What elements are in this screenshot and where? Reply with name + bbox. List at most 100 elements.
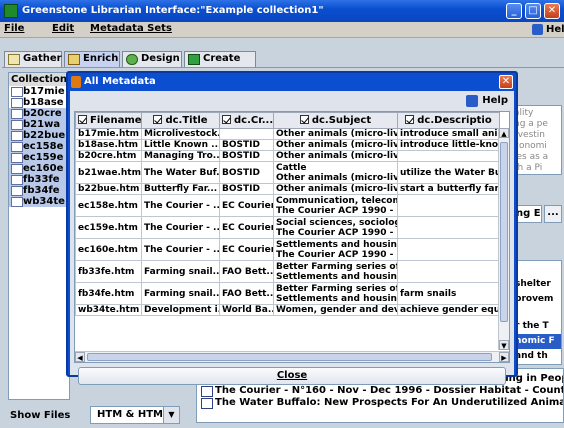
cell-description[interactable]: farm snails: [397, 282, 500, 305]
scroll-right-arrow-icon[interactable]: ▶: [499, 352, 509, 362]
cell-description[interactable]: [397, 238, 500, 261]
cell-description[interactable]: introduce little-know: [397, 139, 500, 151]
cell-title[interactable]: The Courier - ...: [141, 238, 220, 261]
cell-subject[interactable]: Cattle Other animals (micro-liv...: [273, 161, 398, 184]
table-row[interactable]: b22bue.htm Butterfly Far... BOSTID Other an…: [75, 183, 500, 195]
document-detail-list[interactable]: shelter provem r the T nomic F and th: [512, 260, 562, 365]
cell-title[interactable]: Managing Tro...: [141, 150, 220, 162]
cell-subject[interactable]: Other animals (micro-liv...: [273, 128, 398, 140]
cell-description[interactable]: [397, 260, 500, 283]
column-header-subject[interactable]: dc.Subject: [273, 112, 398, 129]
dialog-help-button[interactable]: Help: [466, 95, 508, 107]
cell-filename[interactable]: ec158e.htm: [75, 194, 142, 217]
tree-item[interactable]: b21wa: [9, 119, 69, 130]
cell-creator[interactable]: [219, 128, 274, 140]
table-row[interactable]: b17mie.htm Microlivestock... Other animals…: [75, 128, 500, 140]
list-item[interactable]: The Water Buffalo: New Prospects For An …: [197, 397, 563, 409]
table-row[interactable]: fb33fe.htm Farming snail... FAO Bett... Bet…: [75, 260, 500, 283]
window-close-button[interactable]: ✕: [544, 3, 560, 19]
tree-item[interactable]: b22bue: [9, 130, 69, 141]
cell-description[interactable]: achieve gender equa: [397, 304, 500, 316]
cell-filename[interactable]: b17mie.htm: [75, 128, 142, 140]
checkbox-icon[interactable]: [405, 115, 415, 124]
cell-filename[interactable]: ec160e.htm: [75, 238, 142, 261]
table-row[interactable]: b18ase.htm Little Known ... BOSTID Other an…: [75, 139, 500, 151]
more-button[interactable]: ...: [544, 205, 562, 223]
cell-subject[interactable]: Communication, telecom...The Courier ACP…: [273, 194, 398, 217]
cell-subject[interactable]: Other animals (micro-liv...: [273, 139, 398, 151]
dialog-close-button[interactable]: ✕: [499, 75, 513, 89]
checkbox-icon[interactable]: [153, 115, 163, 124]
scroll-left-arrow-icon[interactable]: ◀: [75, 352, 85, 362]
tree-item[interactable]: fb33fe: [9, 174, 69, 185]
collection-tree[interactable]: Collection: b17mie b18ase b20cre b21wa b…: [8, 72, 70, 400]
tree-item[interactable]: b17mie: [9, 86, 69, 97]
cell-filename[interactable]: ec159e.htm: [75, 216, 142, 239]
cell-title[interactable]: Farming snail...: [141, 260, 220, 283]
cell-title[interactable]: Microlivestock...: [141, 128, 220, 140]
list-item[interactable]: The Courier - N°160 - Nov - Dec 1996 - D…: [197, 385, 563, 397]
cell-subject[interactable]: Other animals (micro-liv...: [273, 150, 398, 162]
cell-creator[interactable]: EC Courier: [219, 216, 274, 239]
cell-creator[interactable]: BOSTID: [219, 183, 274, 195]
table-row[interactable]: b21wae.htm The Water Buf... BOSTID Cattle Ot…: [75, 161, 500, 184]
cell-subject[interactable]: Better Farming series of ...Settlements …: [273, 282, 398, 305]
cell-subject[interactable]: Women, gender and deve...: [273, 304, 398, 316]
cell-description[interactable]: start a butterfly farm: [397, 183, 500, 195]
cell-description[interactable]: introduce small anim: [397, 128, 500, 140]
cell-title[interactable]: The Water Buf...: [141, 161, 220, 184]
menu-file[interactable]: File: [4, 23, 24, 34]
cell-creator[interactable]: BOSTID: [219, 161, 274, 184]
column-header-description[interactable]: dc.Descriptio: [397, 112, 500, 129]
checkbox-icon[interactable]: [78, 115, 87, 124]
close-button[interactable]: Close: [78, 367, 506, 385]
cell-subject[interactable]: Other animals (micro-liv...: [273, 183, 398, 195]
cell-description[interactable]: [397, 216, 500, 239]
cell-filename[interactable]: b21wae.htm: [75, 161, 142, 184]
column-header-title[interactable]: dc.Title: [141, 112, 220, 129]
cell-filename[interactable]: b18ase.htm: [75, 139, 142, 151]
cell-description[interactable]: utilize the Water Buf: [397, 161, 500, 184]
scroll-down-arrow-icon[interactable]: ▼: [499, 340, 509, 350]
cell-filename[interactable]: wb34te.htm: [75, 304, 142, 316]
tree-item[interactable]: wb34te: [9, 196, 69, 207]
table-row[interactable]: ec160e.htm The Courier - ... EC Courier Set…: [75, 238, 500, 261]
tab-gather[interactable]: Gather: [4, 51, 62, 67]
tree-item[interactable]: ec158e: [9, 141, 69, 152]
cell-subject[interactable]: Social sciences, sociology...The Courier…: [273, 216, 398, 239]
checkbox-icon[interactable]: [299, 115, 309, 124]
metadata-value-list[interactable]: ality ng a pe rvestin conomi les as a th…: [512, 105, 562, 175]
tree-item[interactable]: ec160e: [9, 163, 69, 174]
cell-creator[interactable]: EC Courier: [219, 238, 274, 261]
tree-item[interactable]: fb34fe: [9, 185, 69, 196]
show-files-select[interactable]: HTM & HTML ▼: [90, 406, 180, 424]
table-row[interactable]: ec158e.htm The Courier - ... EC Courier Com…: [75, 194, 500, 217]
cell-filename[interactable]: fb33fe.htm: [75, 260, 142, 283]
tab-enrich[interactable]: Enrich: [64, 51, 120, 67]
table-row[interactable]: wb34te.htmDevelopment i...World Ba...Wom…: [75, 304, 500, 316]
table-row[interactable]: b20cre.htm Managing Tro... BOSTID Other ani…: [75, 150, 500, 162]
scrollbar-thumb[interactable]: [87, 353, 492, 361]
scroll-up-arrow-icon[interactable]: ▲: [499, 128, 509, 138]
menu-edit[interactable]: Edit: [52, 23, 74, 34]
maximize-button[interactable]: □: [525, 3, 541, 19]
vertical-scrollbar[interactable]: ▲ ▼: [498, 128, 509, 350]
cell-title[interactable]: Development i...: [141, 304, 220, 316]
cell-creator[interactable]: FAO Bett...: [219, 260, 274, 283]
cell-title[interactable]: Farming snail...: [141, 282, 220, 305]
cell-creator[interactable]: BOSTID: [219, 139, 274, 151]
cell-title[interactable]: Little Known ...: [141, 139, 220, 151]
table-row[interactable]: fb34fe.htm Farming snail... FAO Bett... Bet…: [75, 282, 500, 305]
cell-description[interactable]: [397, 150, 500, 162]
tree-item[interactable]: b18ase: [9, 97, 69, 108]
cell-title[interactable]: Butterfly Far...: [141, 183, 220, 195]
tab-design[interactable]: Design: [122, 51, 182, 67]
minimize-button[interactable]: _: [506, 3, 522, 19]
cell-creator[interactable]: FAO Bett...: [219, 282, 274, 305]
cell-subject[interactable]: Better Farming series of ...Settlements …: [273, 260, 398, 283]
checkbox-icon[interactable]: [222, 115, 231, 124]
tab-create[interactable]: Create: [184, 51, 256, 67]
column-header-filename[interactable]: Filename: [75, 112, 142, 129]
cell-title[interactable]: The Courier - ...: [141, 194, 220, 217]
menu-metadata-sets[interactable]: Metadata Sets: [90, 23, 172, 34]
